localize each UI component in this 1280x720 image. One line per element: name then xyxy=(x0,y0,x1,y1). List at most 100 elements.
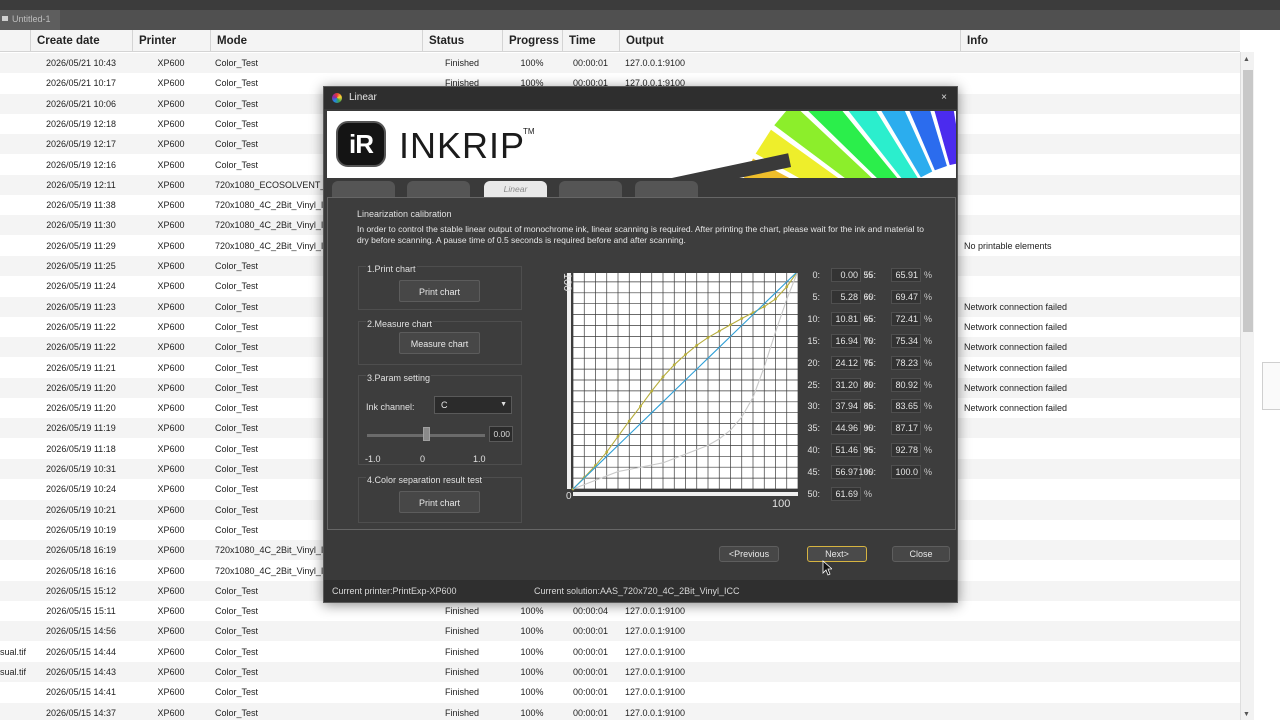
cell-lead xyxy=(0,317,28,337)
column-header[interactable]: Create date xyxy=(30,30,132,52)
cell-lead xyxy=(0,256,28,276)
adjust-value-input[interactable]: 0.00 xyxy=(489,426,513,442)
density-value-input[interactable]: 80.92 xyxy=(891,377,921,392)
next-button[interactable]: Next> xyxy=(807,546,867,562)
density-value-input[interactable]: 83.65 xyxy=(891,399,921,414)
cell-info: No printable elements xyxy=(964,240,1052,251)
table-row[interactable]: 2026/05/15 14:37 XP600 Color_Test Finished 1… xyxy=(0,702,1240,720)
density-label: 10: xyxy=(807,313,820,324)
cell-date: 2026/05/15 14:37 xyxy=(45,707,117,718)
density-value-input[interactable]: 100.0 xyxy=(891,465,921,480)
cell-date: 2026/05/15 15:12 xyxy=(45,585,117,596)
density-value-input[interactable]: 92.78 xyxy=(891,443,921,458)
cell-printer: XP600 xyxy=(157,179,185,190)
print-test-chart-button[interactable]: Print chart xyxy=(399,491,480,513)
table-row[interactable]: sual.tif 2026/05/15 14:43 XP600 Color_Test F… xyxy=(0,662,1240,682)
density-label: 60: xyxy=(863,291,876,302)
density-value-input[interactable]: 65.91 xyxy=(891,268,921,282)
cell-printer: XP600 xyxy=(157,504,185,515)
close-button[interactable]: Close xyxy=(892,546,950,562)
linear-dialog: Linear × iR INKRIP TM Linear Linearizati… xyxy=(323,86,958,603)
close-icon[interactable]: × xyxy=(937,91,951,105)
vertical-scrollbar[interactable]: ▲ ▼ xyxy=(1240,52,1254,720)
mouse-cursor-icon xyxy=(822,560,832,576)
density-value-input[interactable]: 78.23 xyxy=(891,355,921,370)
data-point xyxy=(639,404,642,408)
wizard-tab-4[interactable] xyxy=(559,181,622,197)
data-point xyxy=(616,435,620,438)
cell-info: Network connection failed xyxy=(964,362,1068,373)
density-value-input[interactable]: 61.69 xyxy=(831,487,861,501)
cell-lead xyxy=(0,520,28,540)
data-point xyxy=(785,285,789,289)
y-axis-bar xyxy=(567,273,571,489)
cell-info xyxy=(964,114,1224,134)
cell-date: 2026/05/15 14:41 xyxy=(45,687,117,698)
cell-printer: XP600 xyxy=(157,443,185,454)
scroll-down-icon[interactable]: ▼ xyxy=(1243,711,1250,718)
slider-max-label: 1.0 xyxy=(473,454,486,464)
percent-unit: % xyxy=(924,270,933,280)
wizard-tab-1[interactable] xyxy=(332,181,395,197)
tab-document[interactable]: Untitled-1 xyxy=(0,10,60,30)
cell-info: Network connection failed xyxy=(964,342,1068,353)
cell-info: Network connection failed xyxy=(964,382,1068,393)
column-header[interactable]: Mode xyxy=(210,30,422,52)
table-row[interactable]: 2026/05/21 10:43 XP600 Color_Test Finished 1… xyxy=(0,53,1240,73)
wizard-tab-5[interactable] xyxy=(635,181,698,197)
adjust-slider-thumb[interactable] xyxy=(422,427,430,441)
cell-lead xyxy=(0,195,28,215)
print-chart-button[interactable]: Print chart xyxy=(399,280,480,302)
column-header[interactable]: Output xyxy=(619,30,960,52)
cell-printer: XP600 xyxy=(157,321,185,332)
ink-channel-select[interactable]: C ▼ xyxy=(434,396,512,414)
cell-info xyxy=(964,540,1224,560)
column-header[interactable]: Printer xyxy=(132,30,210,52)
cell-printer: XP600 xyxy=(157,464,185,474)
cell-status: Finished xyxy=(444,646,480,657)
wizard-tab-2[interactable] xyxy=(407,181,470,197)
density-label: 20: xyxy=(807,357,820,368)
cell-time: 00:00:01 xyxy=(572,667,609,677)
wizard-tab-3[interactable]: Linear xyxy=(484,181,547,197)
cell-info xyxy=(964,73,1224,93)
data-point xyxy=(706,336,710,339)
density-value-input[interactable]: 69.47 xyxy=(891,289,921,304)
scrollbar-thumb[interactable] xyxy=(1243,70,1253,332)
column-header[interactable]: Progress xyxy=(502,30,562,52)
column-header[interactable]: Time xyxy=(562,30,619,52)
cell-info xyxy=(964,439,1224,459)
column-header[interactable]: Status xyxy=(422,30,502,52)
cell-info xyxy=(964,195,1224,215)
density-label: 100: xyxy=(858,467,876,478)
data-point xyxy=(740,317,744,320)
table-row[interactable]: sual.tif 2026/05/15 14:44 XP600 Color_Test F… xyxy=(0,642,1240,662)
density-label: 65: xyxy=(863,313,876,324)
cell-time: 00:00:01 xyxy=(572,626,609,637)
previous-button[interactable]: <Previous xyxy=(719,546,779,562)
cell-mode: Color_Test xyxy=(215,707,259,718)
column-header[interactable]: Info xyxy=(960,30,1240,52)
table-row[interactable]: 2026/05/15 14:56 XP600 Color_Test Finished 1… xyxy=(0,621,1240,642)
side-panel-handle[interactable] xyxy=(1262,362,1280,410)
table-row[interactable]: 2026/05/15 15:11 XP600 Color_Test Finished 1… xyxy=(0,601,1240,621)
cell-printer: XP600 xyxy=(157,524,185,535)
density-value-input[interactable]: 87.17 xyxy=(891,421,921,436)
density-value-input[interactable]: 72.41 xyxy=(891,311,921,326)
cell-progress: 100% xyxy=(520,646,544,657)
data-point xyxy=(605,450,609,454)
cell-date: 2026/05/19 11:19 xyxy=(46,423,116,434)
percent-unit: % xyxy=(924,335,933,346)
linearization-chart: 100 100 0 xyxy=(561,273,799,510)
cell-lead xyxy=(0,73,28,93)
cell-date: 2026/05/19 10:31 xyxy=(45,464,117,474)
measure-chart-button[interactable]: Measure chart xyxy=(399,332,480,354)
cell-printer: XP600 xyxy=(157,118,185,129)
scroll-up-icon[interactable]: ▲ xyxy=(1243,56,1250,63)
density-value-input[interactable]: 75.34 xyxy=(891,333,921,348)
cell-date: 2026/05/19 11:29 xyxy=(46,240,116,251)
table-header: Create date Printer Mode Status Progress Time… xyxy=(0,30,1240,52)
cell-status: Finished xyxy=(444,687,480,698)
data-point xyxy=(650,389,654,393)
table-row[interactable]: 2026/05/15 14:41 XP600 Color_Test Finished 1… xyxy=(0,682,1240,702)
